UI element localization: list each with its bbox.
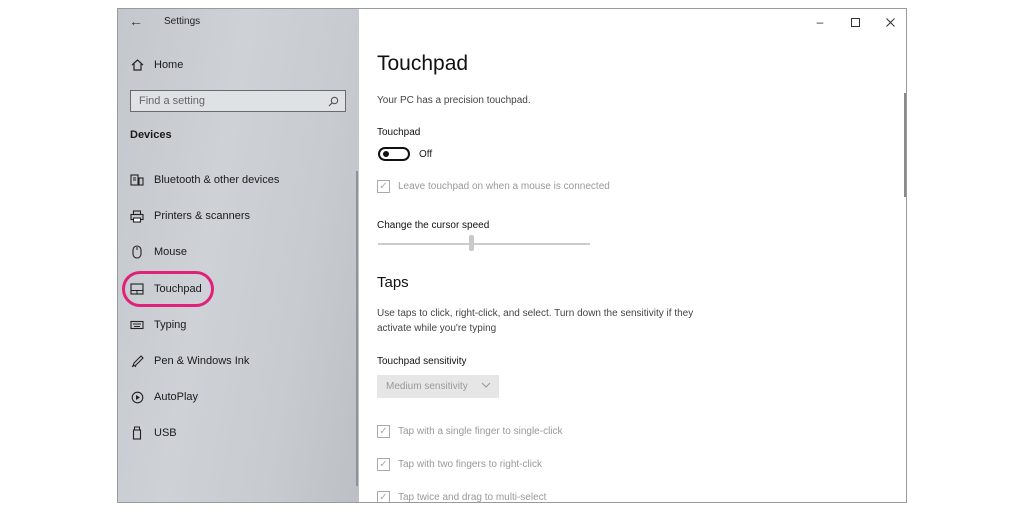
taps-description-line2: activate while you're typing	[377, 323, 497, 334]
toggle-knob	[383, 151, 389, 157]
taps-heading: Taps	[377, 274, 409, 291]
autoplay-icon	[130, 390, 144, 404]
sidebar-item-label: Bluetooth & other devices	[154, 174, 280, 186]
leave-on-checkbox-row[interactable]: ✓ Leave touchpad on when a mouse is conn…	[377, 180, 610, 193]
sidebar-item-autoplay[interactable]: AutoPlay	[118, 382, 359, 412]
minimize-icon[interactable]: –	[805, 11, 835, 33]
title-bar: ← Settings	[118, 9, 359, 35]
sidebar-item-mouse[interactable]: Mouse	[118, 237, 359, 267]
sidebar-item-bluetooth[interactable]: Bluetooth & other devices	[118, 165, 359, 195]
sidebar-item-label: Printers & scanners	[154, 210, 250, 222]
content-pane: – Touchpad Your PC has a precision touch…	[359, 9, 906, 502]
checkmark-icon[interactable]: ✓	[377, 458, 390, 471]
pen-icon	[130, 354, 144, 368]
checkmark-icon[interactable]: ✓	[377, 180, 390, 193]
app-title: Settings	[164, 16, 201, 27]
sidebar-scrollbar[interactable]	[356, 171, 358, 486]
sidebar-item-pen[interactable]: Pen & Windows Ink	[118, 346, 359, 376]
selection-highlight-circle	[122, 271, 214, 307]
sidebar-item-label: Typing	[154, 319, 187, 331]
touchpad-toggle[interactable]	[378, 147, 410, 161]
back-arrow-icon[interactable]: ←	[129, 13, 143, 29]
toggle-state-label: Off	[419, 149, 433, 160]
checkmark-icon[interactable]: ✓	[377, 425, 390, 438]
sidebar: ← Settings Home Devices Bluetooth & othe…	[118, 9, 359, 502]
search-box[interactable]	[130, 90, 346, 112]
sidebar-item-typing[interactable]: Typing	[118, 310, 359, 340]
page-title: Touchpad	[377, 52, 469, 75]
sidebar-item-label: USB	[154, 427, 177, 439]
usb-icon	[130, 426, 144, 440]
sidebar-item-label: AutoPlay	[154, 391, 199, 403]
printer-icon	[130, 209, 144, 223]
sidebar-item-label: Pen & Windows Ink	[154, 355, 250, 367]
maximize-icon[interactable]	[840, 11, 870, 33]
tap-right-click-row[interactable]: ✓ Tap with two fingers to right-click	[377, 458, 542, 471]
taps-description-line1: Use taps to click, right-click, and sele…	[377, 308, 694, 319]
section-heading: Devices	[130, 129, 172, 141]
cursor-speed-slider-track[interactable]	[378, 243, 590, 245]
sidebar-item-label: Home	[154, 59, 184, 71]
sidebar-item-printers[interactable]: Printers & scanners	[118, 201, 359, 231]
close-icon[interactable]	[875, 11, 905, 33]
sidebar-item-home[interactable]: Home	[118, 50, 359, 80]
tap-single-click-row[interactable]: ✓ Tap with a single finger to single-cli…	[377, 425, 563, 438]
content-scrollbar[interactable]	[904, 93, 906, 197]
bluetooth-devices-icon	[130, 173, 144, 187]
cursor-speed-slider-thumb[interactable]	[469, 235, 474, 251]
search-input[interactable]	[131, 91, 319, 111]
checkbox-label: Tap with two fingers to right-click	[398, 459, 542, 470]
home-icon	[130, 58, 144, 72]
chevron-down-icon	[481, 380, 491, 391]
settings-window: ← Settings Home Devices Bluetooth & othe…	[117, 8, 907, 503]
search-icon[interactable]	[328, 94, 339, 112]
checkbox-label: Tap with a single finger to single-click	[398, 426, 563, 437]
sensitivity-dropdown[interactable]: Medium sensitivity	[377, 375, 499, 398]
checkbox-label: Leave touchpad on when a mouse is connec…	[398, 181, 610, 192]
sidebar-item-label: Mouse	[154, 246, 188, 258]
checkmark-icon[interactable]: ✓	[377, 491, 390, 502]
keyboard-icon	[130, 318, 144, 332]
checkbox-label: Tap twice and drag to multi-select	[398, 492, 547, 503]
cursor-speed-label: Change the cursor speed	[377, 220, 490, 231]
sidebar-item-usb[interactable]: USB	[118, 418, 359, 448]
tap-drag-multiselect-row[interactable]: ✓ Tap twice and drag to multi-select	[377, 491, 547, 503]
mouse-icon	[130, 245, 144, 259]
dropdown-value: Medium sensitivity	[386, 381, 468, 392]
sensitivity-label: Touchpad sensitivity	[377, 356, 467, 367]
precision-note: Your PC has a precision touchpad.	[377, 95, 531, 106]
touchpad-toggle-label: Touchpad	[377, 127, 421, 138]
